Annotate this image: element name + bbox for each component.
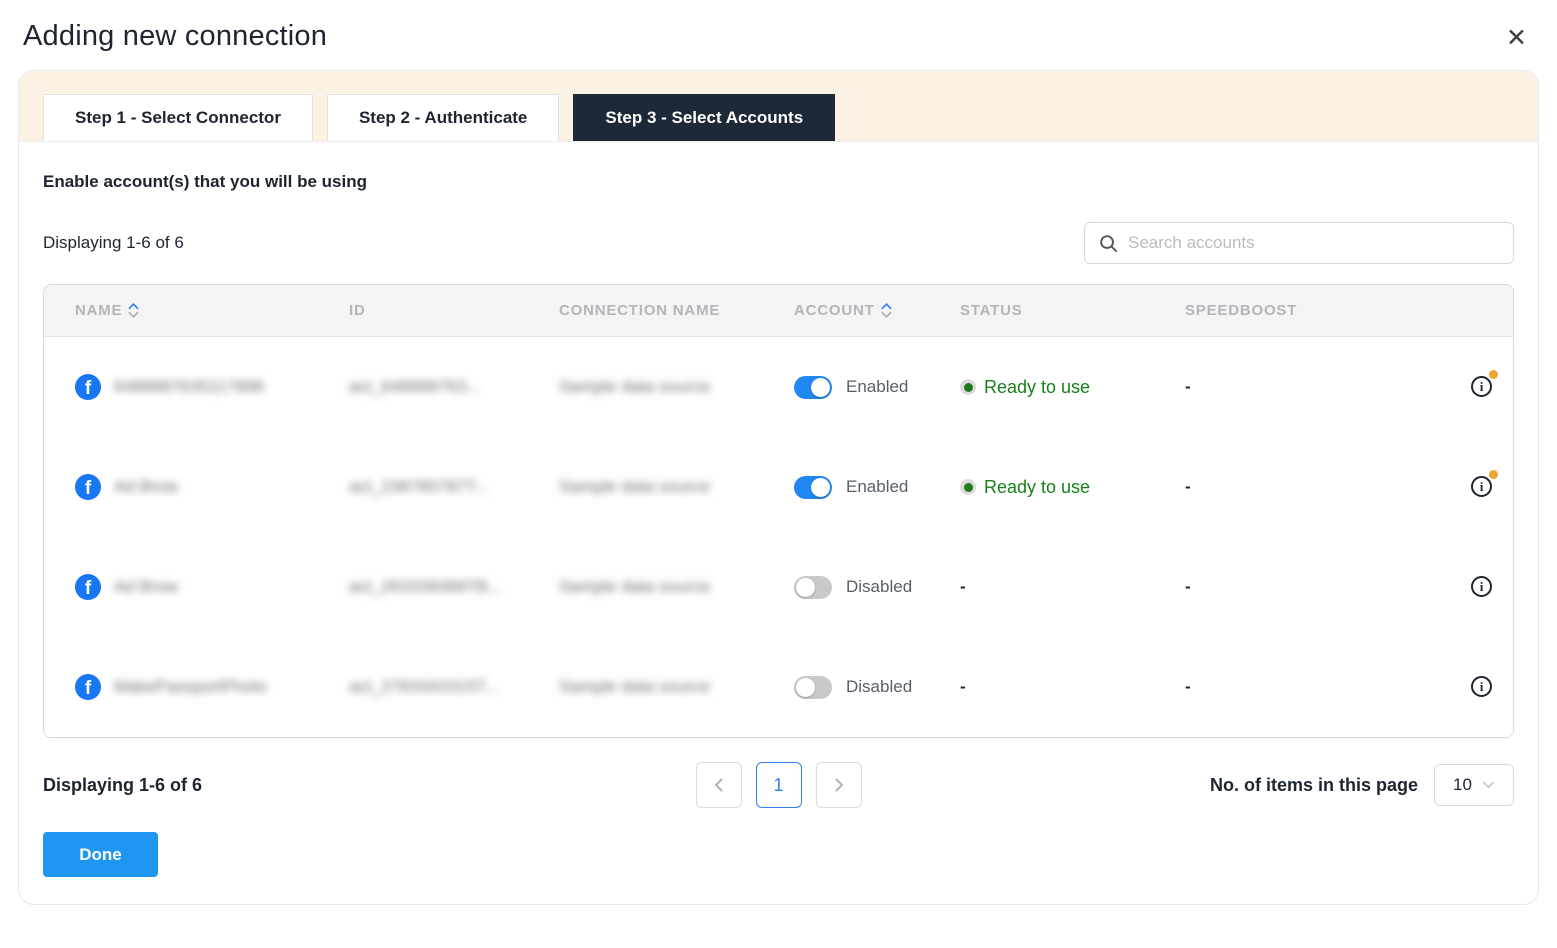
connection-name-blurred: Sample data source xyxy=(559,477,710,497)
facebook-icon: f xyxy=(75,674,101,700)
column-header-id: ID xyxy=(349,302,559,319)
account-name-blurred: 6488887635117898 xyxy=(114,377,264,397)
table-header-row: NAME ID CONNECTION NAME ACCOUNT STATUS xyxy=(44,285,1513,337)
column-header-name[interactable]: NAME xyxy=(75,302,349,319)
search-accounts-box[interactable] xyxy=(1084,222,1514,264)
search-icon xyxy=(1099,234,1118,253)
toggle-label: Enabled xyxy=(846,377,908,397)
table-row: f 6488887635117898 act_648999763... Sampl… xyxy=(44,337,1513,437)
table-row: f Ad Brow act_238785787T... Sample data s… xyxy=(44,437,1513,537)
sort-icon[interactable] xyxy=(128,303,139,318)
tab-step2-authenticate[interactable]: Step 2 - Authenticate xyxy=(327,94,559,141)
info-icon[interactable]: i xyxy=(1471,676,1492,697)
top-bar: Displaying 1-6 of 6 xyxy=(43,222,1514,264)
page-title: Adding new connection xyxy=(23,20,327,53)
info-icon[interactable]: i xyxy=(1471,476,1492,497)
close-icon[interactable]: ✕ xyxy=(1500,20,1533,57)
status-dot xyxy=(960,379,976,395)
pagination: 1 xyxy=(696,762,862,808)
displaying-count-top: Displaying 1-6 of 6 xyxy=(43,233,184,253)
tab-strip: Step 1 - Select Connector Step 2 - Authe… xyxy=(19,71,1538,142)
enable-toggle[interactable] xyxy=(794,476,832,499)
tab-step1-select-connector[interactable]: Step 1 - Select Connector xyxy=(43,94,313,141)
facebook-icon: f xyxy=(75,374,101,400)
table-row: f MakePassportPhoto act_2783343315T... Sa… xyxy=(44,637,1513,737)
page-number-button[interactable]: 1 xyxy=(756,762,802,808)
toggle-label: Disabled xyxy=(846,577,912,597)
displaying-count-bottom: Displaying 1-6 of 6 xyxy=(43,775,202,796)
connection-name-blurred: Sample data source xyxy=(559,577,710,597)
tab-content: Enable account(s) that you will be using… xyxy=(19,172,1538,877)
table-row: f Ad Brow act_263339368TB... Sample data … xyxy=(44,537,1513,637)
account-id-blurred: act_263339368TB... xyxy=(349,577,502,597)
connection-name-blurred: Sample data source xyxy=(559,377,710,397)
modal-header: Adding new connection ✕ xyxy=(0,0,1557,57)
items-per-page-select[interactable]: 10 xyxy=(1434,764,1514,806)
connection-name-blurred: Sample data source xyxy=(559,677,710,697)
info-icon[interactable]: i xyxy=(1471,376,1492,397)
enable-toggle[interactable] xyxy=(794,376,832,399)
speedboost-value: - xyxy=(1185,677,1449,697)
account-name-blurred: MakePassportPhoto xyxy=(114,677,267,697)
enable-toggle[interactable] xyxy=(794,576,832,599)
enable-toggle[interactable] xyxy=(794,676,832,699)
account-id-blurred: act_648999763... xyxy=(349,377,480,397)
column-header-speedboost: SPEEDBOOST xyxy=(1185,302,1449,319)
status-dot xyxy=(960,479,976,495)
next-page-button[interactable] xyxy=(816,762,862,808)
facebook-icon: f xyxy=(75,574,101,600)
column-header-connection-name: CONNECTION NAME xyxy=(559,302,794,319)
sort-icon[interactable] xyxy=(881,303,892,318)
search-input[interactable] xyxy=(1128,233,1499,253)
column-header-account[interactable]: ACCOUNT xyxy=(794,302,960,319)
accounts-table: NAME ID CONNECTION NAME ACCOUNT STATUS xyxy=(43,284,1514,738)
facebook-icon: f xyxy=(75,474,101,500)
speedboost-value: - xyxy=(1185,377,1449,397)
speedboost-value: - xyxy=(1185,477,1449,497)
status-text: - xyxy=(960,677,966,696)
wizard-panel: Step 1 - Select Connector Step 2 - Authe… xyxy=(18,70,1539,905)
status-text: Ready to use xyxy=(984,377,1090,398)
speedboost-value: - xyxy=(1185,577,1449,597)
items-per-page-label: No. of items in this page xyxy=(1210,775,1418,796)
account-name-blurred: Ad Brow xyxy=(114,477,178,497)
notification-dot xyxy=(1489,470,1498,479)
info-icon[interactable]: i xyxy=(1471,576,1492,597)
status-text: Ready to use xyxy=(984,477,1090,498)
account-name-blurred: Ad Brow xyxy=(114,577,178,597)
status-text: - xyxy=(960,577,966,596)
tab-step3-select-accounts[interactable]: Step 3 - Select Accounts xyxy=(573,94,835,141)
account-id-blurred: act_238785787T... xyxy=(349,477,489,497)
chevron-down-icon xyxy=(1482,781,1495,789)
done-button[interactable]: Done xyxy=(43,832,158,877)
column-header-status: STATUS xyxy=(960,302,1185,319)
items-per-page: No. of items in this page 10 xyxy=(1210,764,1514,806)
toggle-label: Disabled xyxy=(846,677,912,697)
section-heading: Enable account(s) that you will be using xyxy=(43,172,1514,192)
prev-page-button[interactable] xyxy=(696,762,742,808)
account-id-blurred: act_2783343315T... xyxy=(349,677,498,697)
toggle-label: Enabled xyxy=(846,477,908,497)
notification-dot xyxy=(1489,370,1498,379)
footer-bar: Displaying 1-6 of 6 1 No. of items in th… xyxy=(43,764,1514,806)
